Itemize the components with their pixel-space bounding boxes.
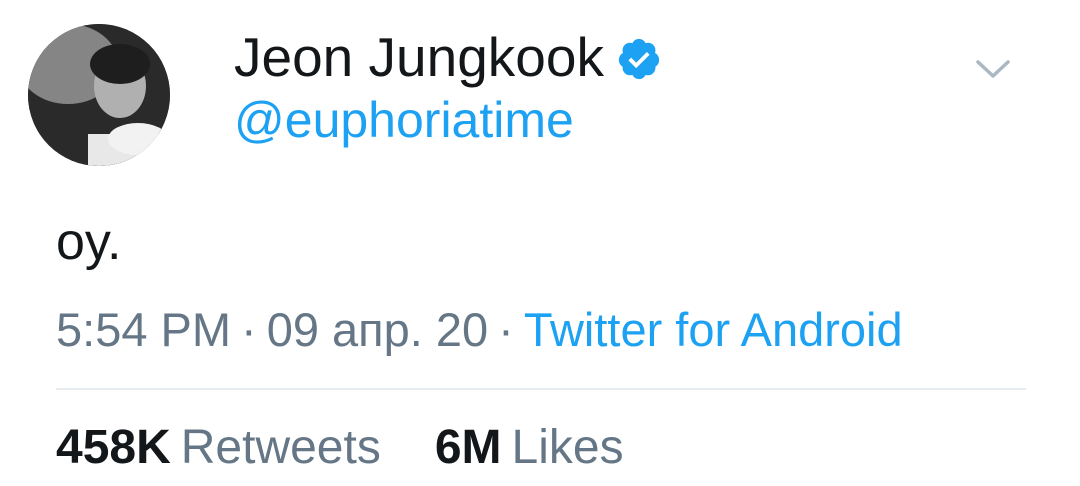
likes-stat[interactable]: 6M Likes bbox=[435, 418, 624, 478]
tweet-text: oy. bbox=[56, 213, 122, 271]
author-avatar[interactable] bbox=[28, 24, 170, 166]
retweets-stat[interactable]: 458K Retweets bbox=[56, 418, 381, 478]
author-display-name[interactable]: Jeon Jungkook bbox=[234, 26, 662, 88]
verified-badge-icon bbox=[616, 36, 662, 82]
avatar-image bbox=[28, 24, 170, 166]
tweet-time[interactable]: 5:54 PM bbox=[56, 303, 231, 356]
author-handle[interactable]: @euphoriatime bbox=[234, 90, 574, 150]
chevron-down-icon[interactable] bbox=[974, 54, 1012, 84]
tweet-metadata: 5:54 PM · 09 апр. 20 · Twitter for Android bbox=[56, 300, 903, 360]
meta-separator: · bbox=[241, 303, 257, 356]
tweet-source-link[interactable]: Twitter for Android bbox=[524, 303, 903, 356]
divider bbox=[56, 388, 1026, 390]
likes-count: 6M bbox=[434, 421, 502, 474]
retweets-label: Retweets bbox=[180, 421, 381, 474]
tweet-stats: 458K Retweets 6M Likes bbox=[56, 418, 678, 478]
meta-separator: · bbox=[498, 303, 514, 356]
display-name-text: Jeon Jungkook bbox=[234, 26, 604, 88]
retweets-count: 458K bbox=[56, 421, 171, 474]
tweet-date[interactable]: 09 апр. 20 bbox=[267, 303, 488, 356]
tweet-card: Jeon Jungkook @euphoriatime oy. 5:54 PM ·… bbox=[0, 0, 1080, 486]
likes-label: Likes bbox=[511, 421, 624, 474]
